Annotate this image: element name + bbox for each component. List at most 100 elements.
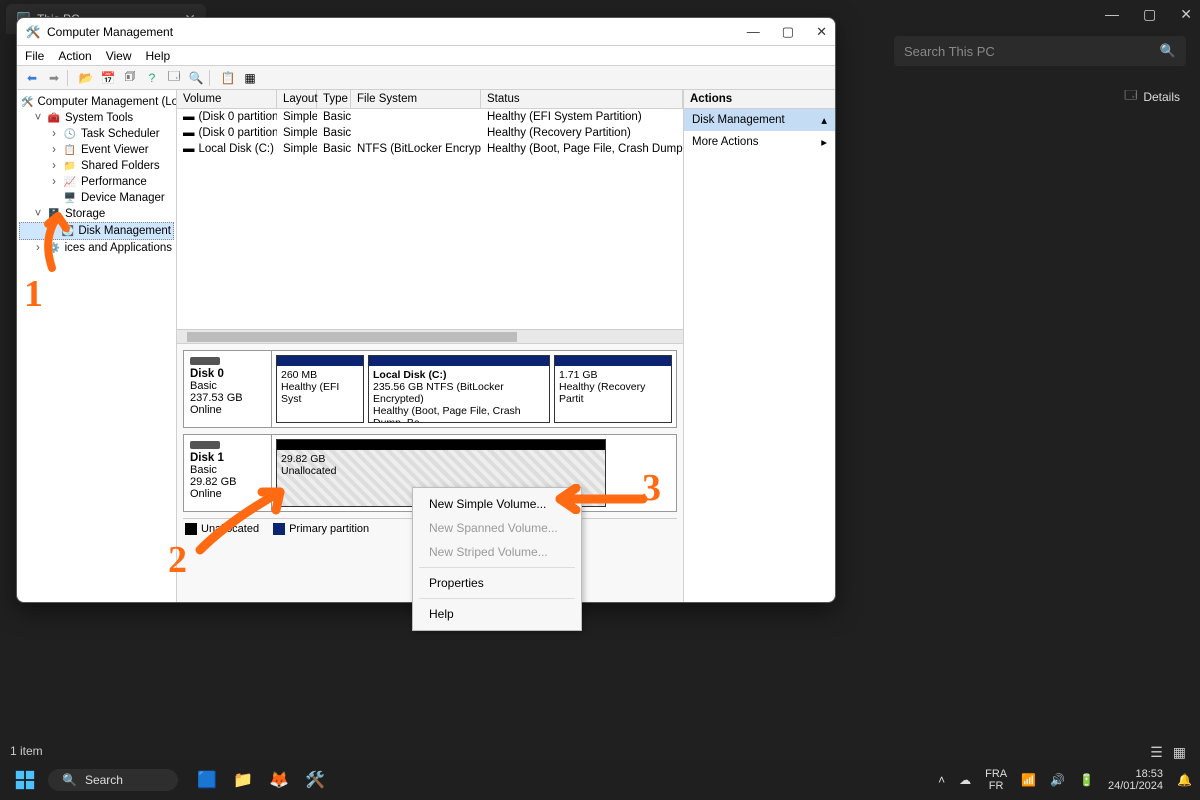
- tree-shared-folders[interactable]: ›📁Shared Folders: [19, 158, 174, 174]
- col-status[interactable]: Status: [481, 90, 683, 108]
- explorer-maximize-button[interactable]: ▢: [1143, 6, 1156, 23]
- forward-button[interactable]: ➡: [45, 69, 63, 87]
- scroll-thumb[interactable]: [187, 332, 517, 342]
- tree-root[interactable]: 🛠️ Computer Management (Local): [19, 94, 174, 110]
- language-selector[interactable]: FRA FR: [985, 768, 1007, 792]
- tray-wifi-icon[interactable]: 📶: [1021, 773, 1036, 787]
- back-button[interactable]: ⬅: [23, 69, 41, 87]
- tray-volume-icon[interactable]: 🔊: [1050, 773, 1065, 787]
- menu-action[interactable]: Action: [58, 49, 91, 63]
- explorer-search-input[interactable]: Search This PC 🔍: [894, 36, 1186, 66]
- lang-top: FRA: [985, 768, 1007, 780]
- perf-icon: 📈: [63, 175, 77, 189]
- details-toggle[interactable]: 🗔 Details: [1124, 86, 1180, 107]
- start-button[interactable]: [8, 763, 42, 797]
- part-title: Local Disk (C:): [373, 369, 447, 381]
- cell: Healthy (Boot, Page File, Crash Dump, Ba…: [481, 142, 683, 156]
- toolbar-refresh-icon[interactable]: 🔍: [187, 69, 205, 87]
- disk-name: Disk 1: [190, 452, 224, 464]
- actions-disk-management[interactable]: Disk Management ▴: [684, 109, 835, 131]
- tree-performance[interactable]: ›📈Performance: [19, 174, 174, 190]
- taskbar-explorer[interactable]: 📁: [230, 767, 256, 793]
- minimize-button[interactable]: —: [747, 24, 760, 40]
- close-button[interactable]: ✕: [816, 24, 827, 40]
- mmc-root-icon: 🛠️: [21, 95, 33, 109]
- chevron-right-icon[interactable]: ›: [49, 128, 59, 140]
- grid-view-icon[interactable]: ▦: [1173, 744, 1186, 761]
- taskbar-copilot[interactable]: 🟦: [194, 767, 220, 793]
- cell: [351, 126, 481, 140]
- taskbar-clock[interactable]: 18:53 24/01/2024: [1108, 768, 1163, 792]
- clock-icon: 🕓: [63, 127, 77, 141]
- chevron-right-icon[interactable]: ›: [49, 144, 59, 156]
- annotation-arrow-1: [22, 208, 82, 278]
- col-volume[interactable]: Volume: [177, 90, 277, 108]
- tray-battery-icon[interactable]: 🔋: [1079, 773, 1094, 787]
- toolbar-panel1-icon[interactable]: 🗊: [121, 69, 139, 87]
- actions-dm-label: Disk Management: [692, 114, 785, 126]
- explorer-minimize-button[interactable]: —: [1105, 6, 1119, 23]
- tree-item-label: Task Scheduler: [81, 128, 160, 140]
- table-row[interactable]: ▬Local Disk (C:) Simple Basic NTFS (BitL…: [177, 141, 683, 157]
- cell: Simple: [277, 142, 317, 156]
- toolbar-grid-icon[interactable]: ▦: [241, 69, 259, 87]
- menu-bar: File Action View Help: [17, 46, 835, 66]
- notifications-icon[interactable]: 🔔: [1177, 773, 1192, 787]
- disk-0[interactable]: Disk 0 Basic 237.53 GB Online 260 MB Hea…: [183, 350, 677, 428]
- explorer-close-button[interactable]: ✕: [1180, 6, 1192, 23]
- search-icon: 🔍: [1160, 43, 1176, 59]
- toolbar-calendar-icon[interactable]: 📅: [99, 69, 117, 87]
- details-icon: 🗔: [1124, 86, 1137, 107]
- tree-item-label: Device Manager: [81, 192, 165, 204]
- part-size: 260 MB: [281, 369, 359, 381]
- taskbar-search[interactable]: 🔍 Search: [48, 769, 178, 791]
- cell: Local Disk (C:): [199, 143, 274, 155]
- col-filesystem[interactable]: File System: [351, 90, 481, 108]
- tree-device-manager[interactable]: 🖥️Device Manager: [19, 190, 174, 206]
- chevron-right-icon[interactable]: ›: [49, 176, 59, 188]
- tree-event-viewer[interactable]: ›📋Event Viewer: [19, 142, 174, 158]
- col-type[interactable]: Type: [317, 90, 351, 108]
- taskbar-mmc[interactable]: 🛠️: [302, 767, 328, 793]
- list-view-icon[interactable]: ☰: [1150, 744, 1163, 761]
- cell: NTFS (BitLocker Encrypted): [351, 142, 481, 156]
- col-layout[interactable]: Layout: [277, 90, 317, 108]
- chevron-down-icon[interactable]: ˅: [33, 112, 43, 124]
- tray-onedrive-icon[interactable]: ☁: [959, 773, 971, 787]
- menu-file[interactable]: File: [25, 49, 44, 63]
- taskbar-firefox[interactable]: 🦊: [266, 767, 292, 793]
- partition-c[interactable]: Local Disk (C:) 235.56 GB NTFS (BitLocke…: [368, 355, 550, 423]
- menu-view[interactable]: View: [106, 49, 132, 63]
- toolbar-panel2-icon[interactable]: 🗔: [165, 69, 183, 87]
- cell: Simple: [277, 110, 317, 124]
- tree-task-scheduler[interactable]: › 🕓 Task Scheduler: [19, 126, 174, 142]
- part-status: Healthy (Boot, Page File, Crash Dump, Ba: [373, 405, 545, 423]
- tray-chevron-icon[interactable]: ˄: [938, 773, 945, 787]
- partition-recovery[interactable]: 1.71 GB Healthy (Recovery Partit: [554, 355, 672, 423]
- maximize-button[interactable]: ▢: [782, 24, 794, 40]
- toolbar-explorer-icon[interactable]: 📂: [77, 69, 95, 87]
- disk-name: Disk 0: [190, 368, 224, 380]
- taskbar: 🔍 Search 🟦 📁 🦊 🛠️ ˄ ☁ FRA FR 📶 🔊 🔋 18:53…: [0, 760, 1200, 800]
- cell: Simple: [277, 126, 317, 140]
- horizontal-scrollbar[interactable]: [177, 329, 683, 343]
- volume-table: Volume Layout Type File System Status ▬(…: [177, 90, 683, 344]
- window-titlebar[interactable]: 🛠️ Computer Management — ▢ ✕: [17, 18, 835, 46]
- annotation-arrow-2: [190, 480, 300, 560]
- table-row[interactable]: ▬(Disk 0 partition 1) Simple Basic Healt…: [177, 109, 683, 125]
- table-row[interactable]: ▬(Disk 0 partition 4) Simple Basic Healt…: [177, 125, 683, 141]
- ctx-properties[interactable]: Properties: [413, 571, 581, 595]
- toolbar-list-icon[interactable]: 📋: [219, 69, 237, 87]
- ctx-help[interactable]: Help: [413, 602, 581, 626]
- chevron-right-icon[interactable]: ›: [49, 160, 59, 172]
- part-line: 235.56 GB NTFS (BitLocker Encrypted): [373, 381, 545, 405]
- clock-date: 24/01/2024: [1108, 780, 1163, 792]
- volume-icon: ▬: [183, 111, 195, 123]
- menu-help[interactable]: Help: [146, 49, 171, 63]
- partition-efi[interactable]: 260 MB Healthy (EFI Syst: [276, 355, 364, 423]
- actions-more[interactable]: More Actions ▸: [684, 131, 835, 153]
- toolbar-help-icon[interactable]: ?: [143, 69, 161, 87]
- actions-header: Actions: [684, 90, 835, 109]
- tree-system-tools[interactable]: ˅ 🧰 System Tools: [19, 110, 174, 126]
- cell: Healthy (EFI System Partition): [481, 110, 683, 124]
